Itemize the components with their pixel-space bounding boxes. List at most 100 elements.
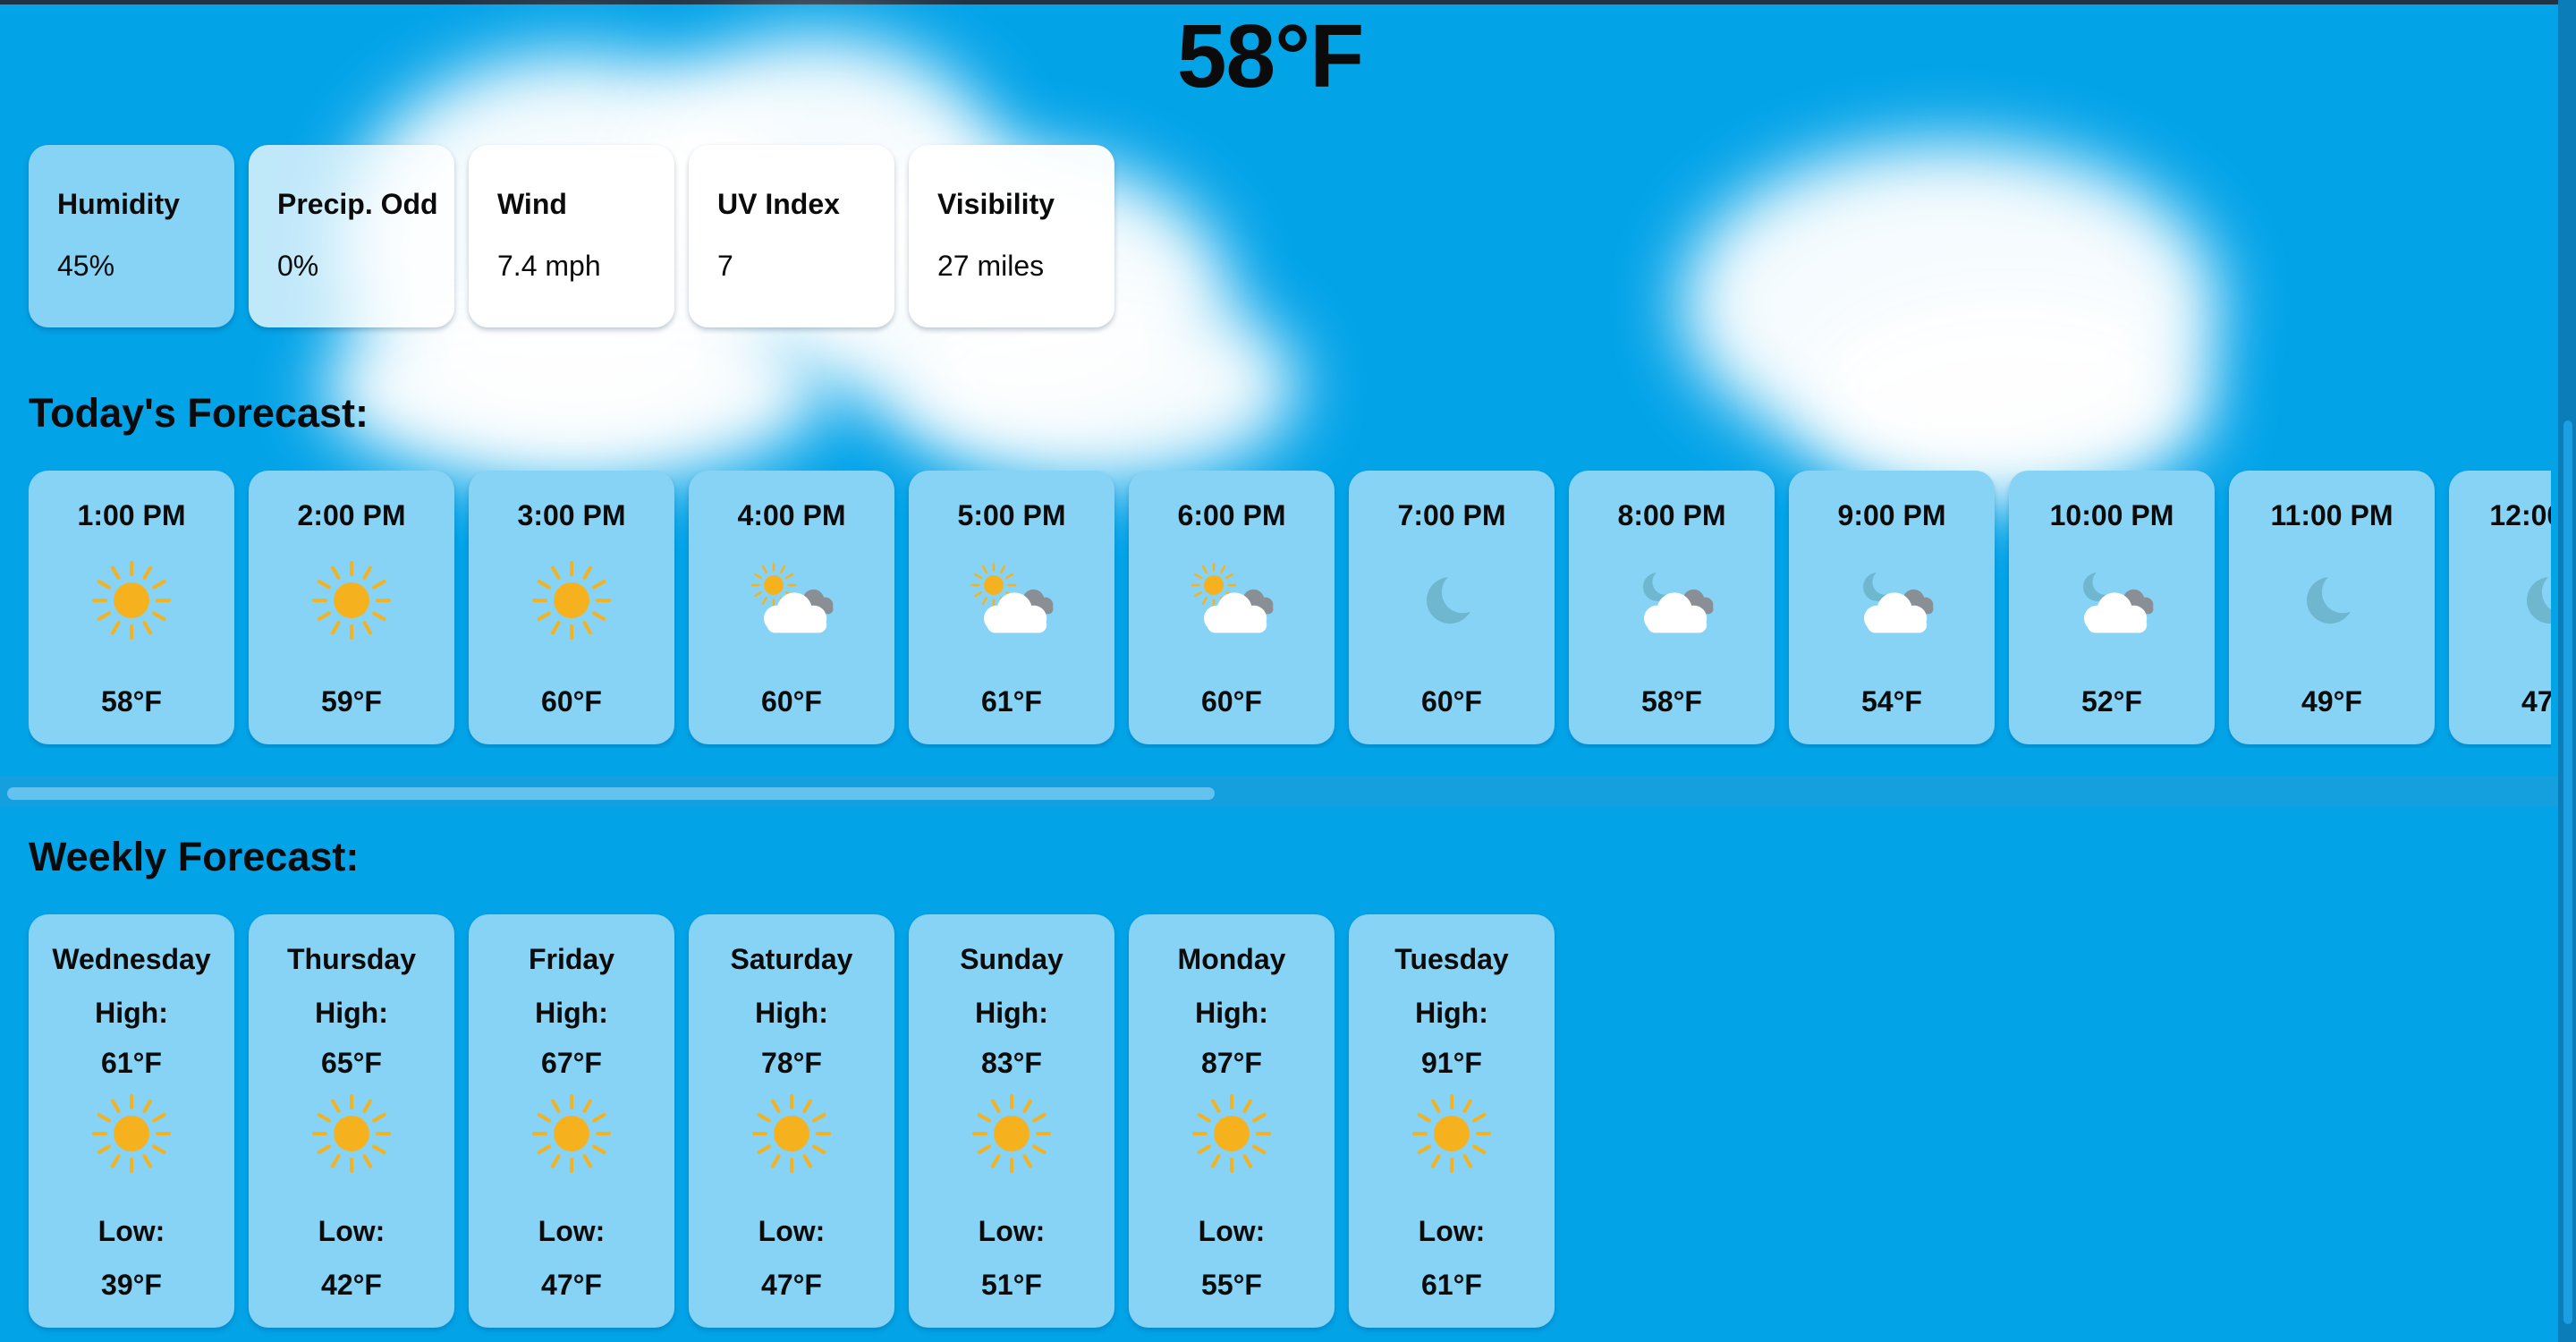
stat-label: Visibility xyxy=(937,188,1055,220)
sun-icon xyxy=(518,560,625,641)
low-temperature: 47°F xyxy=(761,1269,822,1301)
partly-cloudy-day-icon xyxy=(1178,560,1285,641)
low-label: Low: xyxy=(318,1215,386,1247)
hour-temperature: 52°F xyxy=(2081,685,2142,718)
sun-icon xyxy=(1178,1093,1285,1183)
partly-cloudy-night-icon xyxy=(1838,560,1945,641)
hourly-card: 9:00 PM 54°F xyxy=(1789,471,1995,744)
hour-temperature: 49°F xyxy=(2301,685,2362,718)
hour-temperature: 58°F xyxy=(101,685,162,718)
high-temperature: 65°F xyxy=(321,1047,382,1079)
uv-index-card: UV Index 7 xyxy=(689,145,894,327)
hour-label: 11:00 PM xyxy=(2270,499,2394,531)
high-label: High: xyxy=(315,997,388,1029)
day-name: Sunday xyxy=(960,943,1063,975)
low-temperature: 51°F xyxy=(981,1269,1042,1301)
hour-label: 1:00 PM xyxy=(77,499,186,531)
partly-cloudy-night-icon xyxy=(2058,560,2165,641)
sun-icon xyxy=(298,560,405,641)
sun-icon xyxy=(1398,1093,1505,1183)
low-temperature: 61°F xyxy=(1421,1269,1482,1301)
low-temperature: 55°F xyxy=(1201,1269,1262,1301)
hour-temperature: 47°F xyxy=(2521,685,2551,718)
low-label: Low: xyxy=(1198,1215,1266,1247)
high-temperature: 78°F xyxy=(761,1047,822,1079)
humidity-card: Humidity 45% xyxy=(29,145,234,327)
current-temperature: 58°F xyxy=(1176,6,1364,106)
low-label: Low: xyxy=(538,1215,606,1247)
high-label: High: xyxy=(535,997,608,1029)
hourly-card: 8:00 PM 58°F xyxy=(1569,471,1775,744)
low-temperature: 39°F xyxy=(101,1269,162,1301)
stat-label: Wind xyxy=(497,188,567,220)
daily-card: Tuesday High: 91°F Low: 61°F xyxy=(1349,914,1555,1328)
visibility-card: Visibility 27 miles xyxy=(909,145,1114,327)
hourly-card: 5:00 PM 61°F xyxy=(909,471,1114,744)
daily-card: Saturday High: 78°F Low: 47°F xyxy=(689,914,894,1328)
hour-temperature: 60°F xyxy=(541,685,602,718)
hour-temperature: 58°F xyxy=(1641,685,1702,718)
daily-card: Friday High: 67°F Low: 47°F xyxy=(469,914,674,1328)
moon-icon xyxy=(2498,560,2551,641)
day-name: Thursday xyxy=(286,943,417,975)
hour-temperature: 60°F xyxy=(761,685,822,718)
weather-stats: Humidity 45% Precip. Odd 0% Wind 7.4 mph… xyxy=(29,145,1114,327)
hour-label: 12:00 AM xyxy=(2489,499,2551,531)
hourly-card: 2:00 PM 59°F xyxy=(249,471,454,744)
hourly-card: 7:00 PM 60°F xyxy=(1349,471,1555,744)
partly-cloudy-day-icon xyxy=(958,560,1065,641)
hour-label: 5:00 PM xyxy=(957,499,1066,531)
todays-forecast-heading: Today's Forecast: xyxy=(29,390,369,436)
hourly-card: 4:00 PM 60°F xyxy=(689,471,894,744)
hourly-card: 6:00 PM 60°F xyxy=(1129,471,1335,744)
hour-label: 4:00 PM xyxy=(737,499,846,531)
high-label: High: xyxy=(755,997,828,1029)
stat-label: Humidity xyxy=(57,188,180,220)
day-name: Friday xyxy=(528,943,615,975)
hour-temperature: 54°F xyxy=(1861,685,1922,718)
high-temperature: 67°F xyxy=(541,1047,602,1079)
vertical-scrollbar-thumb[interactable] xyxy=(2563,420,2572,1324)
low-temperature: 47°F xyxy=(541,1269,602,1301)
low-temperature: 42°F xyxy=(321,1269,382,1301)
hourly-card: 10:00 PM 52°F xyxy=(2009,471,2215,744)
moon-icon xyxy=(1398,560,1505,641)
sun-icon xyxy=(78,1093,185,1183)
hour-label: 3:00 PM xyxy=(517,499,626,531)
hour-temperature: 60°F xyxy=(1201,685,1262,718)
sun-icon xyxy=(298,1093,405,1183)
hourly-forecast-scroller[interactable]: 1:00 PM 58°F 2:00 PM 59°F 3:00 PM 60°F 4:00… xyxy=(29,471,2551,748)
sun-icon xyxy=(518,1093,625,1183)
hour-temperature: 61°F xyxy=(981,685,1042,718)
hourly-forecast-list: 1:00 PM 58°F 2:00 PM 59°F 3:00 PM 60°F 4:00… xyxy=(29,471,2551,744)
hourly-card: 11:00 PM 49°F xyxy=(2229,471,2435,744)
sun-icon xyxy=(738,1093,845,1183)
low-label: Low: xyxy=(97,1215,165,1247)
high-label: High: xyxy=(975,997,1048,1029)
hour-label: 10:00 PM xyxy=(2049,499,2174,531)
weekly-forecast-list: Wednesday High: 61°F Low: 39°F Thursday H… xyxy=(29,914,1555,1328)
stat-value: 45% xyxy=(57,250,115,282)
sun-icon xyxy=(78,560,185,641)
horizontal-scrollbar[interactable] xyxy=(0,777,2558,807)
high-temperature: 91°F xyxy=(1421,1047,1482,1079)
window-top-border xyxy=(0,0,2576,4)
hourly-card: 1:00 PM 58°F xyxy=(29,471,234,744)
stat-value: 7.4 mph xyxy=(497,250,601,282)
stat-label: UV Index xyxy=(717,188,840,220)
stat-value: 0% xyxy=(277,250,319,282)
hour-label: 2:00 PM xyxy=(297,499,406,531)
high-temperature: 61°F xyxy=(101,1047,162,1079)
low-label: Low: xyxy=(978,1215,1046,1247)
hour-label: 7:00 PM xyxy=(1397,499,1506,531)
hourly-card: 3:00 PM 60°F xyxy=(469,471,674,744)
high-label: High: xyxy=(1195,997,1268,1029)
day-name: Wednesday xyxy=(52,943,211,975)
scrollbar-thumb[interactable] xyxy=(7,787,1215,800)
hour-temperature: 59°F xyxy=(321,685,382,718)
hour-label: 8:00 PM xyxy=(1617,499,1726,531)
daily-card: Monday High: 87°F Low: 55°F xyxy=(1129,914,1335,1328)
high-temperature: 83°F xyxy=(981,1047,1042,1079)
day-name: Tuesday xyxy=(1394,943,1509,975)
partly-cloudy-day-icon xyxy=(738,560,845,641)
